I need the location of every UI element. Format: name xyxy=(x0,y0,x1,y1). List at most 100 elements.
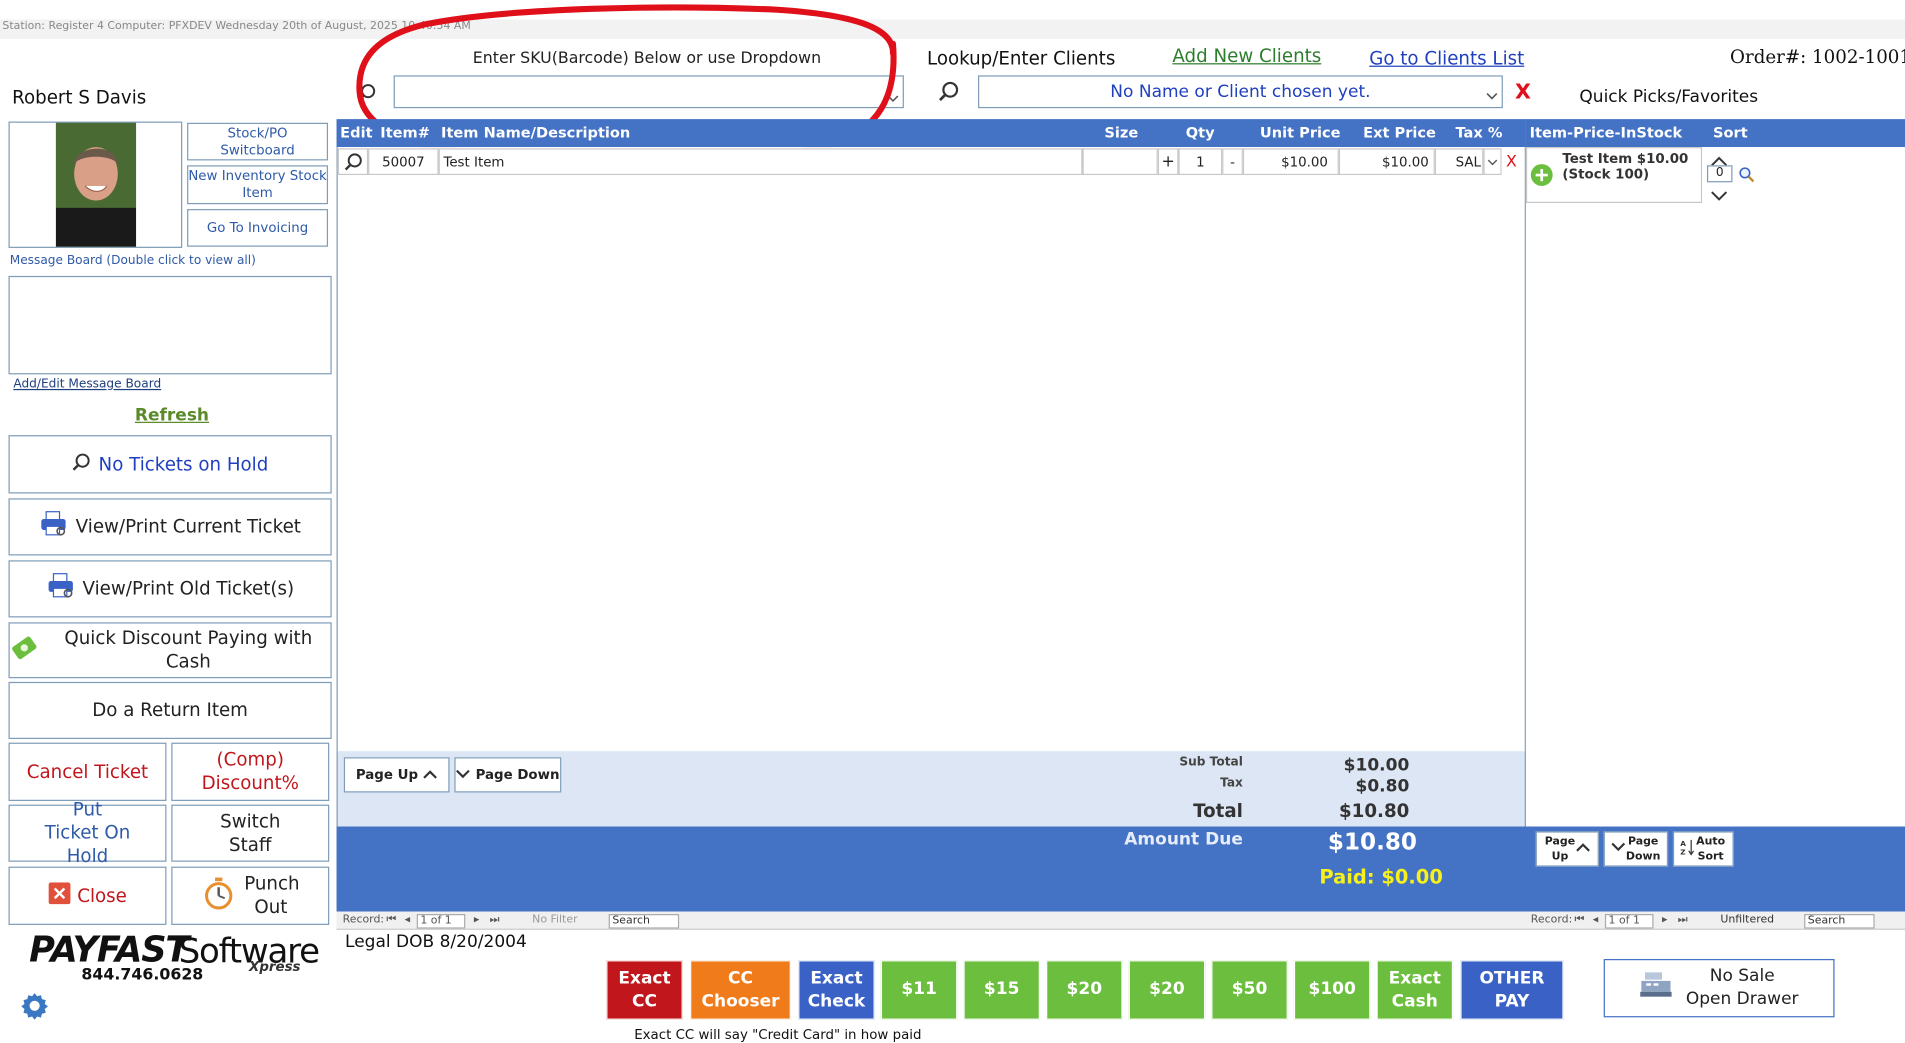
quickpicks-page-down-button[interactable]: Page Down xyxy=(1603,831,1669,867)
user-photo-frame xyxy=(8,121,183,248)
auto-sort-label: Auto Sort xyxy=(1696,835,1726,863)
pay-label-2: Cash xyxy=(1391,991,1438,1011)
tickets-on-hold-label: No Tickets on Hold xyxy=(98,452,269,475)
qty-plus-button[interactable]: + xyxy=(1157,148,1179,176)
message-board[interactable] xyxy=(8,275,332,375)
cash-register-icon xyxy=(1639,971,1672,1005)
close-button[interactable]: Close xyxy=(8,866,167,925)
new-inventory-button[interactable]: New Inventory Stock Item xyxy=(187,165,329,205)
comp-discount-button[interactable]: (Comp) Discount% xyxy=(171,742,330,801)
client-dropdown-icon[interactable] xyxy=(1486,86,1498,105)
grid-page-up-button[interactable]: Page Up xyxy=(343,757,450,793)
client-search-icon[interactable] xyxy=(938,80,960,107)
row-qty[interactable]: 1 xyxy=(1178,148,1223,176)
pay-label-1: $20 xyxy=(1149,979,1185,1000)
prev-record-icon[interactable]: ◂ xyxy=(405,914,411,929)
no-filter-button[interactable]: No Filter xyxy=(532,914,577,929)
grid-page-down-button[interactable]: Page Down xyxy=(454,757,562,793)
first-record-icon[interactable]: ⏮ xyxy=(1575,914,1585,929)
pay-100-button[interactable]: $100 xyxy=(1293,960,1371,1020)
add-item-icon[interactable] xyxy=(1530,163,1554,192)
col-ext-price: Ext Price xyxy=(1363,123,1436,141)
pay-20-button[interactable]: $20 xyxy=(1046,960,1123,1020)
clear-client-button[interactable]: X xyxy=(1515,80,1531,104)
view-print-old-label: View/Print Old Ticket(s) xyxy=(82,577,295,600)
tickets-on-hold-button[interactable]: No Tickets on Hold xyxy=(8,435,332,494)
edit-row-icon[interactable] xyxy=(337,148,369,176)
pay-label-2: Check xyxy=(807,991,866,1011)
pay-label-1: OTHER xyxy=(1479,968,1545,988)
record-position-2[interactable]: 1 of 1 xyxy=(1604,914,1654,929)
record-position[interactable]: 1 of 1 xyxy=(416,914,466,929)
row-item-number[interactable]: 50007 xyxy=(368,148,439,176)
quickpicks-page-up-button[interactable]: Page Up xyxy=(1535,831,1599,867)
view-print-current-button[interactable]: View/Print Current Ticket xyxy=(8,498,332,556)
pay-label-1: $100 xyxy=(1308,979,1356,1000)
last-record-icon[interactable]: ⏭ xyxy=(1678,914,1688,929)
record-search-input[interactable]: Search xyxy=(608,914,680,929)
total-label: Total xyxy=(1193,799,1243,822)
tickets-search-icon xyxy=(72,452,91,478)
magnify-icon[interactable] xyxy=(1739,165,1756,188)
do-return-button[interactable]: Do a Return Item xyxy=(8,681,332,739)
quickpick-item[interactable]: Test Item $10.00 (Stock 100) xyxy=(1525,147,1703,203)
chevron-up-icon xyxy=(1576,842,1591,857)
exact-cash-button[interactable]: Exact Cash xyxy=(1376,960,1454,1020)
gear-icon[interactable] xyxy=(19,991,49,1026)
delete-row-button[interactable]: X xyxy=(1501,148,1522,176)
no-sale-button[interactable]: No Sale Open Drawer xyxy=(1603,958,1835,1018)
last-record-icon[interactable]: ⏭ xyxy=(490,914,500,929)
next-record-icon[interactable]: ▸ xyxy=(1662,914,1668,929)
prev-record-icon[interactable]: ◂ xyxy=(1593,914,1599,929)
row-unit-price[interactable]: $10.00 xyxy=(1242,148,1339,176)
qp-page-down-label: Page Down xyxy=(1625,835,1661,863)
pay-button-labels: $11 xyxy=(901,978,937,1001)
first-record-icon[interactable]: ⏮ xyxy=(386,914,396,929)
add-edit-message-link[interactable]: Add/Edit Message Board xyxy=(13,378,161,391)
client-input[interactable]: No Name or Client chosen yet. xyxy=(978,75,1503,109)
add-new-clients-link[interactable]: Add New Clients xyxy=(1172,45,1321,67)
row-tax[interactable]: SAL xyxy=(1434,148,1484,176)
cancel-ticket-button[interactable]: Cancel Ticket xyxy=(8,742,167,801)
pay-15-button[interactable]: $15 xyxy=(963,960,1040,1020)
stock-po-switchboard-button[interactable]: Stock/PO Switcboard xyxy=(187,122,329,161)
chevron-down-icon xyxy=(1610,842,1625,857)
sort-order-input[interactable]: 0 xyxy=(1706,165,1733,183)
quick-discount-label: Quick Discount Paying with Cash xyxy=(64,627,313,673)
subtotal-value: $10.00 xyxy=(1343,756,1410,776)
quick-discount-button[interactable]: Quick Discount Paying with Cash xyxy=(8,622,332,679)
pay-11-button[interactable]: $11 xyxy=(880,960,958,1020)
page-down-label: Page Down xyxy=(475,766,560,783)
put-on-hold-button[interactable]: Put Ticket On Hold xyxy=(8,799,167,867)
sort-down-icon[interactable] xyxy=(1711,185,1728,208)
go-to-clients-link[interactable]: Go to Clients List xyxy=(1369,47,1524,69)
no-sale-label: No Sale xyxy=(1709,966,1775,986)
row-size[interactable] xyxy=(1082,148,1158,176)
other-pay-button[interactable]: OTHER PAY xyxy=(1460,960,1564,1020)
switch-staff-button[interactable]: Switch Staff xyxy=(171,804,330,862)
view-print-old-button[interactable]: View/Print Old Ticket(s) xyxy=(8,560,332,618)
exact-cc-button[interactable]: Exact CC xyxy=(606,960,683,1020)
quickpicks-header: Item-Price-InStock Sort xyxy=(1525,119,1905,148)
pay-label-1: $11 xyxy=(901,979,937,1000)
qty-minus-button[interactable]: - xyxy=(1222,148,1243,176)
auto-sort-button[interactable]: AZ Auto Sort xyxy=(1672,831,1734,867)
record-search-input-2[interactable]: Search xyxy=(1804,914,1875,929)
pay-20b-button[interactable]: $20 xyxy=(1128,960,1206,1020)
cash-tag-icon xyxy=(10,635,39,665)
row-tax-dropdown-icon[interactable] xyxy=(1483,148,1502,176)
refresh-link[interactable]: Refresh xyxy=(135,406,209,425)
unfiltered-button[interactable]: Unfiltered xyxy=(1720,914,1774,929)
exact-check-button[interactable]: Exact Check xyxy=(798,960,875,1020)
go-to-invoicing-button[interactable]: Go To Invoicing xyxy=(187,209,329,247)
row-item-name[interactable]: Test Item xyxy=(438,148,1083,176)
pay-button-labels: Exact Check xyxy=(808,967,866,1013)
punch-out-button[interactable]: Punch Out xyxy=(171,866,330,925)
subtotal-label: Sub Total xyxy=(1179,756,1243,770)
chevron-down-icon xyxy=(456,768,471,783)
pay-50-button[interactable]: $50 xyxy=(1211,960,1288,1020)
next-record-icon[interactable]: ▸ xyxy=(474,914,480,929)
cc-chooser-button[interactable]: CC Chooser xyxy=(690,960,791,1020)
pay-button-labels: Exact CC xyxy=(618,967,670,1013)
sort-az-icon: AZ xyxy=(1680,838,1695,860)
